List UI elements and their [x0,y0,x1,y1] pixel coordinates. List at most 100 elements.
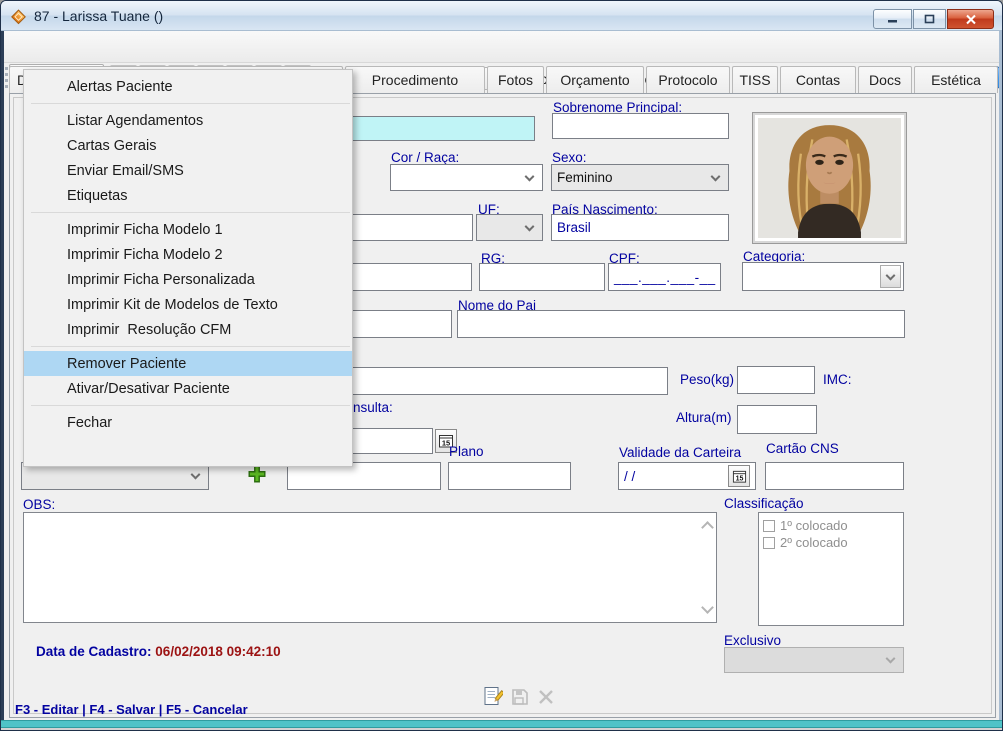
cartao-cns-field[interactable] [765,462,904,490]
save-record-button[interactable] [510,687,530,712]
menu-item-label: Cartas Gerais [67,138,156,154]
nome-pai-field[interactable] [457,310,905,338]
tab-contas[interactable]: Contas [780,66,856,93]
altura-label: Altura(m) [676,410,732,425]
green-plus-icon [247,464,267,484]
cor-raca-dropdown[interactable] [390,164,543,191]
cpf-field[interactable]: ___.___.___-__ [608,263,721,291]
exclusivo-label: Exclusivo [724,633,781,648]
classificacao-option-2-label: 2º colocado [780,535,848,550]
maximize-icon [924,14,935,24]
tab-estetica[interactable]: Estética [914,66,998,93]
menu-item-imprimir-ficha-personalizada[interactable]: Imprimir Ficha Personalizada [24,267,352,292]
pais-field[interactable]: Brasil [551,214,729,241]
menu-item-enviar-email-sms[interactable]: Enviar Email/SMS [24,158,352,183]
cancel-button[interactable] [536,687,556,712]
tab-protocolo[interactable]: Protocolo [646,66,730,93]
plano-field[interactable] [448,462,571,490]
menu-item-imprimir-ficha-modelo-1[interactable]: Imprimir Ficha Modelo 1 [24,217,352,242]
menu-item-etiquetas[interactable]: Etiquetas [24,183,352,208]
app-window: 87 - Larissa Tuane () Opções [0,0,1003,731]
menu-item-imprimir-resolucao-cfm[interactable]: Imprimir Resolução CFM [24,317,352,342]
peso-field[interactable] [737,366,815,394]
classificacao-option-1-label: 1º colocado [780,518,848,533]
menu-item-alertas-paciente[interactable]: Alertas Paciente [24,74,352,99]
chevron-down-icon [886,270,896,280]
rg-field[interactable] [479,263,605,291]
menu-item-label: Alertas Paciente [67,79,173,95]
classificacao-label: Classificação [724,496,804,511]
menu-separator [31,212,350,213]
maximize-button[interactable] [913,9,946,29]
exclusivo-dropdown[interactable] [724,647,904,673]
menu-separator [31,405,350,406]
close-button[interactable] [947,9,994,29]
tab-tiss[interactable]: TISS [732,66,778,93]
tab-procedimento[interactable]: Procedimento [345,66,485,93]
menu-item-ativar-desativar-paciente[interactable]: Ativar/Desativar Paciente [24,376,352,401]
menu-item-listar-agendamentos[interactable]: Listar Agendamentos [24,108,352,133]
menu-item-imprimir-ficha-modelo-2[interactable]: Imprimir Ficha Modelo 2 [24,242,352,267]
menu-item-label: Remover Paciente [67,356,186,372]
checkbox-icon[interactable] [763,537,775,549]
chevron-down-icon [886,654,896,664]
tab-fotos[interactable]: Fotos [487,66,544,93]
minimize-button[interactable] [873,9,912,29]
sobrenome-field[interactable] [552,113,729,139]
app-diamond-icon [10,8,27,25]
tab-docs[interactable]: Docs [858,66,912,93]
obs-label: OBS: [23,497,55,512]
menu-separator [31,346,350,347]
options-menu-popup: Alertas Paciente Listar Agendamentos Car… [23,69,353,467]
window-left-border [1,31,4,720]
scroll-up-icon[interactable] [701,521,714,534]
toolbar-grip[interactable] [5,67,8,88]
sexo-value: Feminino [557,170,613,185]
menu-item-remover-paciente[interactable]: Remover Paciente [24,351,352,376]
validade-label: Validade da Carteira [619,445,741,460]
chevron-down-icon[interactable] [191,470,201,480]
scroll-down-icon[interactable] [701,601,714,614]
classificacao-option-2[interactable]: 2º colocado [763,534,903,551]
menu-item-imprimir-kit-modelos-texto[interactable]: Imprimir Kit de Modelos de Texto [24,292,352,317]
window-bottom-border [1,720,1002,728]
sexo-dropdown[interactable]: Feminino [551,164,729,191]
classificacao-option-1[interactable]: 1º colocado [763,517,903,534]
dropdown-button[interactable] [880,265,901,288]
menu-item-fechar[interactable]: Fechar [24,410,352,435]
altura-field[interactable] [737,405,817,434]
menu-item-label: Imprimir Resolução CFM [67,322,231,338]
menu-item-label: Imprimir Ficha Modelo 1 [67,222,223,238]
classificacao-listbox[interactable]: 1º colocado 2º colocado [758,512,904,626]
menu-item-label: Imprimir Ficha Modelo 2 [67,247,223,263]
window-title: 87 - Larissa Tuane () [34,8,163,24]
cor-raca-label: Cor / Raça: [391,150,459,165]
tab-orcamento[interactable]: Orçamento [546,66,644,93]
patient-photo[interactable] [753,113,906,243]
title-bar: 87 - Larissa Tuane () [1,1,1002,31]
chevron-down-icon[interactable] [525,171,535,181]
obs-textarea[interactable] [23,512,717,623]
close-icon [965,14,977,25]
plano-label: Plano [449,444,484,459]
edit-note-icon [483,685,503,708]
peso-label: Peso(kg) [680,372,734,387]
ultima-consulta-label-fragment: nsulta: [353,400,393,415]
menu-separator [31,103,350,104]
add-convenio-button[interactable] [247,464,267,489]
menu-item-cartas-gerais[interactable]: Cartas Gerais [24,133,352,158]
cancel-x-icon [536,687,556,707]
chevron-down-icon[interactable] [711,171,721,181]
save-icon [510,687,530,707]
chevron-down-icon[interactable] [525,221,535,231]
categoria-dropdown[interactable] [742,262,904,291]
menu-item-label: Enviar Email/SMS [67,163,184,179]
sexo-label: Sexo: [552,150,587,165]
menu-item-label: Etiquetas [67,188,127,204]
validade-calendar-button[interactable]: 15 [728,465,750,487]
uf-dropdown[interactable] [476,214,543,241]
edit-record-button[interactable] [483,685,503,713]
minimize-icon [887,14,898,24]
menu-item-label: Ativar/Desativar Paciente [67,381,230,397]
checkbox-icon[interactable] [763,520,775,532]
